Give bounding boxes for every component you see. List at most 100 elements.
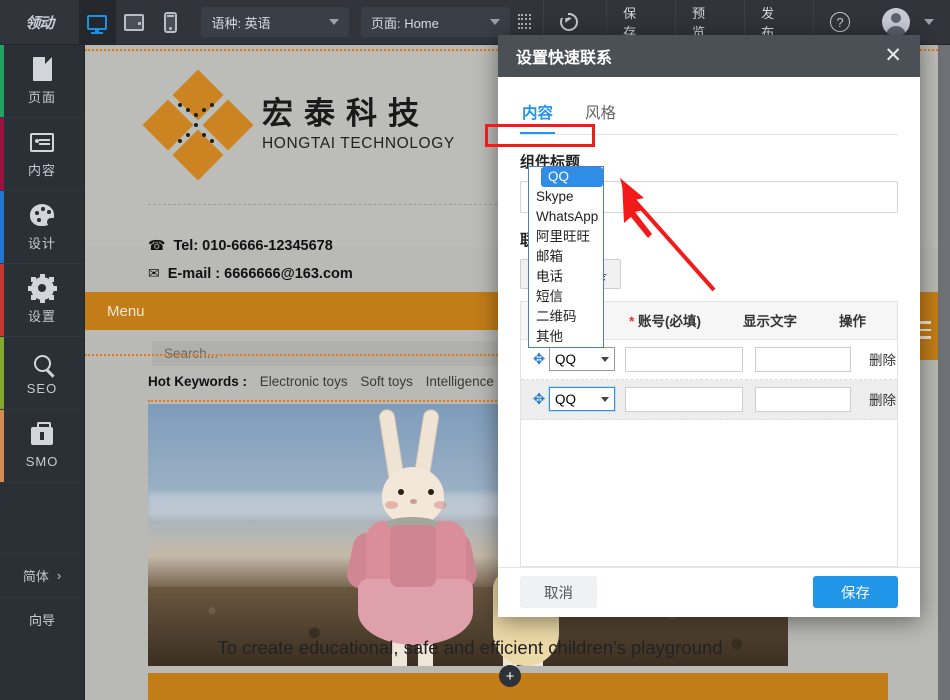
- keyword-link[interactable]: Electronic toys: [260, 374, 348, 389]
- chevron-down-icon: [601, 357, 609, 362]
- chevron-down-icon: [490, 19, 500, 25]
- phone-icon: ☎: [148, 237, 165, 254]
- device-desktop-button[interactable]: [79, 0, 116, 45]
- dropdown-option-whatsapp[interactable]: WhatsApp: [529, 207, 603, 227]
- sidebar-item-seo[interactable]: SEO: [0, 337, 84, 410]
- user-avatar-icon: [882, 8, 910, 36]
- drag-move-icon[interactable]: ✥: [529, 350, 549, 368]
- sidebar-item-pages[interactable]: 页面: [0, 45, 84, 118]
- sidebar-accent-bar: [0, 191, 4, 263]
- logo-en-name: HONGTAI TECHNOLOGY: [262, 135, 455, 153]
- briefcase-icon: [31, 423, 53, 449]
- column-header-display: 显示文字: [743, 310, 839, 330]
- display-text-input-1[interactable]: [755, 347, 851, 372]
- contact-type-select-1[interactable]: QQ: [549, 347, 615, 371]
- dropdown-option-other[interactable]: 其他: [529, 327, 603, 347]
- dropdown-option-phone[interactable]: 电话: [529, 267, 603, 287]
- sidebar-item-label: 设计: [28, 233, 56, 252]
- app-root: 领动 语种: 英语 页面: Home 保存 预览 发布: [0, 0, 950, 700]
- table-row[interactable]: ✥ QQ 删除: [521, 380, 897, 420]
- search-icon: [34, 350, 51, 376]
- language-select[interactable]: 语种: 英语: [201, 7, 349, 37]
- content-icon: [30, 129, 54, 155]
- app-logo[interactable]: 领动: [0, 0, 79, 45]
- sidebar-wizard-label: 向导: [29, 610, 55, 629]
- column-header-action: 操作: [839, 310, 897, 330]
- chevron-down-icon: [924, 19, 934, 25]
- contact-phone: ☎ Tel: 010-6666-12345678: [148, 237, 333, 254]
- sidebar-accent-bar: [0, 410, 4, 482]
- page-select-label: 页面: Home: [371, 13, 476, 32]
- table-empty-area: [521, 420, 897, 566]
- undo-history-icon: [560, 13, 578, 31]
- sidebar-item-locale[interactable]: 简体 ›: [0, 553, 84, 597]
- monitor-icon: [87, 15, 107, 30]
- sidebar-item-label: 内容: [28, 160, 56, 179]
- sidebar-item-label: 页面: [28, 87, 56, 106]
- tablet-icon: [124, 14, 144, 31]
- sidebar-item-settings[interactable]: 设置: [0, 264, 84, 337]
- contact-type-select-2[interactable]: QQ: [549, 387, 615, 411]
- quick-contact-settings-dialog: 设置快速联系 ✕ 内容 风格 组件标题 联系列表 新增一条 联系方式 * * 账…: [498, 35, 920, 617]
- dialog-body: 内容 风格 组件标题 联系列表 新增一条 联系方式 * * 账号(必填)账号(必…: [498, 77, 920, 567]
- menu-label: Menu: [107, 303, 145, 320]
- chevron-right-icon: ›: [57, 568, 61, 583]
- chevron-down-icon: [601, 397, 609, 402]
- dialog-footer: 取消 保存: [498, 567, 920, 617]
- logo-cn-name: 宏泰科技: [262, 97, 455, 131]
- column-header-account: * * 账号(必填)账号(必填): [629, 310, 743, 330]
- display-text-input-2[interactable]: [755, 387, 851, 412]
- sidebar-spacer: [0, 483, 84, 553]
- contact-type-value: QQ: [555, 352, 576, 367]
- sidebar-accent-bar: [0, 337, 4, 409]
- account-input-1[interactable]: [625, 347, 743, 372]
- drag-move-icon[interactable]: ✥: [529, 390, 549, 408]
- device-mobile-button[interactable]: [152, 0, 189, 45]
- sidebar-item-wizard[interactable]: 向导: [0, 597, 84, 641]
- close-icon[interactable]: ✕: [884, 45, 902, 66]
- sidebar-item-label: 设置: [28, 306, 56, 325]
- keyword-link[interactable]: Soft toys: [360, 374, 413, 389]
- dropdown-option-qrcode[interactable]: 二维码: [529, 307, 603, 327]
- contact-type-dropdown-list[interactable]: QQ Skype WhatsApp 阿里旺旺 邮箱 电话 短信 二维码 其他: [528, 166, 604, 348]
- delete-row-button-1[interactable]: 删除: [869, 349, 896, 369]
- question-mark-icon: ?: [830, 12, 850, 32]
- page-select[interactable]: 页面: Home: [361, 7, 510, 37]
- contact-email-text: E-mail : 6666666@163.com: [168, 266, 353, 282]
- canvas-scrollbar[interactable]: [938, 45, 950, 700]
- sidebar-item-smo[interactable]: SMO: [0, 410, 84, 483]
- gear-icon: [31, 275, 54, 301]
- sidebar-item-design[interactable]: 设计: [0, 191, 84, 264]
- dropdown-option-aliwangwang[interactable]: 阿里旺旺: [529, 227, 603, 247]
- account-input-2[interactable]: [625, 387, 743, 412]
- tab-content[interactable]: 内容: [520, 95, 555, 134]
- dropdown-option-skype[interactable]: Skype: [529, 187, 603, 207]
- delete-row-button-2[interactable]: 删除: [869, 389, 896, 409]
- dropdown-option-email[interactable]: 邮箱: [529, 247, 603, 267]
- dropdown-option-qq[interactable]: QQ: [541, 167, 603, 187]
- hot-keywords: Hot Keywords : Electronic toys Soft toys…: [148, 374, 501, 389]
- site-logo: 宏泰科技 HONGTAI TECHNOLOGY: [150, 77, 455, 173]
- page-icon: [33, 56, 52, 82]
- dialog-title: 设置快速联系: [516, 44, 612, 68]
- left-sidebar: 页面 内容 设计 设置: [0, 45, 85, 700]
- tab-style[interactable]: 风格: [583, 95, 618, 134]
- add-section-button-top[interactable]: +: [499, 665, 521, 687]
- dialog-header: 设置快速联系 ✕: [498, 35, 920, 77]
- device-tablet-button[interactable]: [116, 0, 153, 45]
- contact-email: ✉ E-mail : 6666666@163.com: [148, 265, 353, 282]
- palette-icon: [30, 202, 54, 228]
- mobile-icon: [164, 12, 177, 33]
- sidebar-item-content[interactable]: 内容: [0, 118, 84, 191]
- grid-icon[interactable]: [518, 14, 531, 30]
- contact-type-value: QQ: [555, 392, 576, 407]
- dropdown-option-sms[interactable]: 短信: [529, 287, 603, 307]
- envelope-icon: ✉: [148, 265, 160, 282]
- site-tagline[interactable]: To create educational, safe and efficien…: [85, 637, 855, 659]
- language-select-label: 语种: 英语: [211, 13, 315, 32]
- keyword-link[interactable]: Intelligence t: [426, 374, 502, 389]
- save-button[interactable]: 保存: [813, 576, 898, 608]
- chevron-down-icon: [329, 19, 339, 25]
- cancel-button[interactable]: 取消: [520, 576, 597, 608]
- dialog-tabs: 内容 风格: [520, 95, 898, 135]
